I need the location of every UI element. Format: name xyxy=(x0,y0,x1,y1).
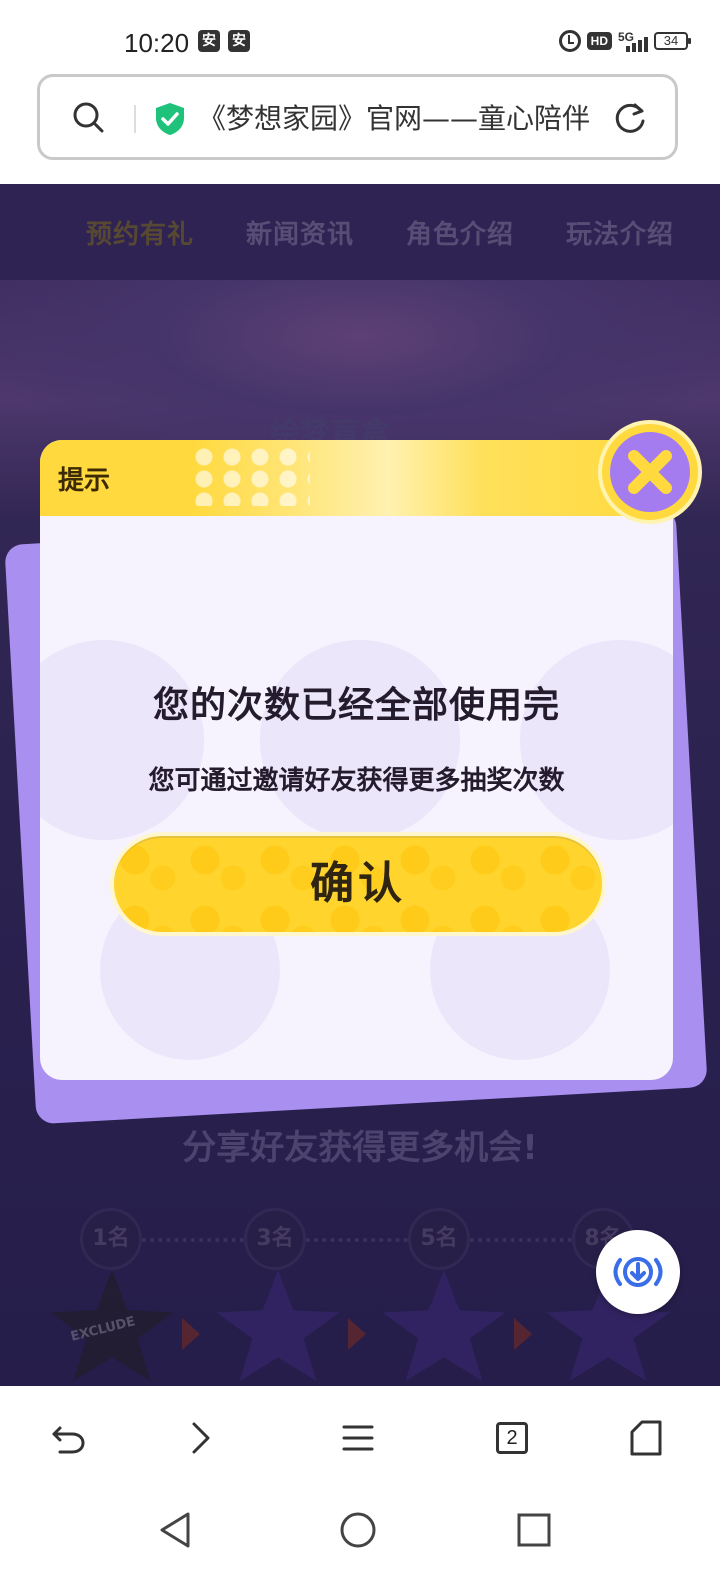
page-title[interactable]: 《梦想家园》官网——童心陪伴 xyxy=(198,97,594,141)
alarm-icon xyxy=(558,30,581,52)
browser-toolbar: 2 xyxy=(0,1386,720,1486)
menu-icon[interactable] xyxy=(336,1416,380,1460)
system-navigation xyxy=(0,1486,720,1584)
app-notification-icon: 安 xyxy=(198,30,220,52)
system-recents-icon[interactable] xyxy=(512,1508,556,1552)
hd-badge: HD xyxy=(586,32,612,50)
decor-circle xyxy=(40,640,204,840)
status-time: 10:20 xyxy=(124,28,190,58)
download-icon xyxy=(613,1257,663,1287)
battery-icon: 34 xyxy=(654,32,691,50)
signal-icon: 5G xyxy=(618,30,648,52)
close-button[interactable] xyxy=(602,424,698,520)
confirm-button[interactable]: 确认 xyxy=(110,832,606,936)
tabs-button[interactable]: 2 xyxy=(490,1416,534,1460)
system-home-icon[interactable] xyxy=(336,1508,380,1552)
dialog-sub-message: 您可通过邀请好友获得更多抽奖次数 xyxy=(148,766,565,796)
download-button[interactable] xyxy=(596,1230,680,1314)
search-icon[interactable] xyxy=(72,101,104,133)
header-decoration xyxy=(190,446,310,506)
confirm-button-label: 确认 xyxy=(310,858,406,909)
decor-circle xyxy=(520,640,673,840)
reload-icon[interactable] xyxy=(613,101,647,135)
dialog-message: 您的次数已经全部使用完 xyxy=(152,685,560,726)
forward-icon[interactable] xyxy=(178,1416,222,1460)
dialog-header: 提示 xyxy=(40,440,673,516)
close-icon xyxy=(628,450,672,494)
alert-dialog: 提示 您的次数已经全部使用完 您可通过邀请好友获得更多抽奖次数 确认 xyxy=(40,440,673,1080)
web-content: 预约有礼 新闻资讯 角色介绍 玩法介绍 绘梦盲盒 分享好友获得更多机会! 1名 … xyxy=(0,184,720,1386)
back-icon[interactable] xyxy=(46,1416,90,1460)
dialog-title: 提示 xyxy=(58,466,111,496)
system-back-icon[interactable] xyxy=(154,1508,198,1552)
tab-count: 2 xyxy=(496,1422,528,1454)
home-icon[interactable] xyxy=(624,1416,668,1460)
security-shield-icon[interactable] xyxy=(154,102,186,136)
address-bar[interactable]: 《梦想家园》官网——童心陪伴 xyxy=(37,74,678,160)
address-divider xyxy=(134,105,136,133)
decor-circle xyxy=(260,640,460,840)
status-bar: 10:20 安 安 HD 5G 34 xyxy=(0,0,720,74)
app-notification-icon: 安 xyxy=(228,30,250,52)
status-indicators: HD 5G 34 xyxy=(558,30,691,52)
